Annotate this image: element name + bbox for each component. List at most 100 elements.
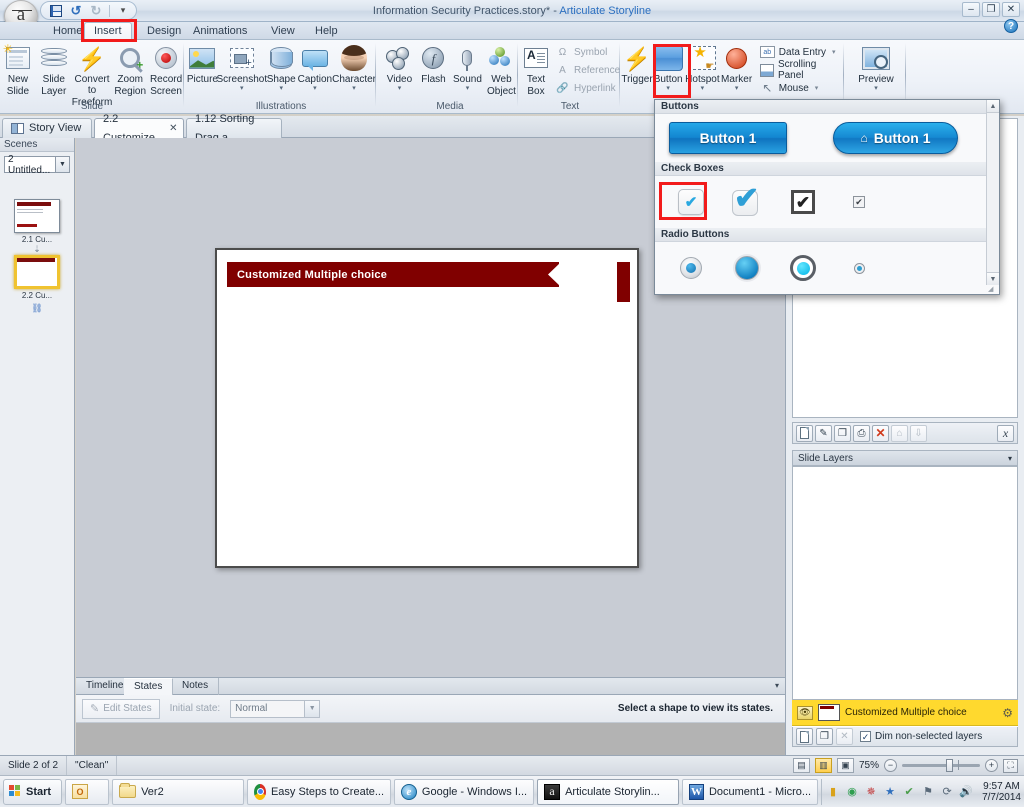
button-chevron-down-icon[interactable]: ▾ bbox=[666, 86, 670, 92]
gallery-item-radio-solid-blue[interactable] bbox=[719, 242, 775, 294]
clock[interactable]: 9:57 AM 7/7/2014 bbox=[978, 781, 1024, 803]
resize-grip-icon[interactable]: ◢ bbox=[988, 285, 998, 294]
record-screen-button[interactable]: Record Screen bbox=[148, 41, 184, 97]
start-button[interactable]: Start bbox=[3, 779, 62, 805]
gallery-item-radio-small-classic[interactable] bbox=[831, 242, 887, 294]
mouse-chevron-down-icon[interactable]: ▾ bbox=[815, 84, 819, 92]
slide-thumbnail-selected[interactable] bbox=[14, 255, 60, 289]
gallery-item-checkbox-rounded-blue[interactable]: ✔ bbox=[663, 176, 719, 228]
chevron-down-icon[interactable]: ▾ bbox=[1008, 451, 1012, 467]
button-gallery-dropdown[interactable]: Buttons Button 1 ⌂ Button 1 Check Boxes … bbox=[654, 99, 1000, 295]
video-chevron-down-icon[interactable]: ▾ bbox=[398, 86, 402, 92]
preview-chevron-down-icon[interactable]: ▾ bbox=[874, 86, 878, 92]
antivirus-icon[interactable]: ✵ bbox=[864, 785, 878, 799]
form-view-icon[interactable]: ▥ bbox=[815, 758, 832, 773]
normal-view-icon[interactable]: ▤ bbox=[793, 758, 810, 773]
tab-help[interactable]: Help bbox=[306, 22, 347, 40]
marker-button[interactable]: Marker ▾ bbox=[720, 41, 752, 92]
tab-states[interactable]: States bbox=[124, 678, 173, 695]
close-button[interactable]: ✕ bbox=[1002, 2, 1020, 17]
gallery-item-radio-ring-cyan[interactable] bbox=[775, 242, 831, 294]
zoom-slider-thumb[interactable] bbox=[946, 759, 953, 772]
new-document-icon[interactable] bbox=[796, 425, 813, 442]
slide-master-icon[interactable]: ▣ bbox=[837, 758, 854, 773]
edit-document-icon[interactable]: ✎ bbox=[815, 425, 832, 442]
tab-view[interactable]: View bbox=[262, 22, 304, 40]
delete-icon[interactable]: ✕ bbox=[872, 425, 889, 442]
mouse-button[interactable]: ↖ Mouse ▾ bbox=[757, 79, 844, 97]
layer-row[interactable]: 👁 Customized Multiple choice ⚙ bbox=[792, 700, 1018, 726]
taskbar-item-word[interactable]: W Document1 - Micro... bbox=[682, 779, 818, 805]
gallery-item-checkbox-small-classic[interactable]: ✔ bbox=[831, 176, 887, 228]
duplicate-icon[interactable]: ❐ bbox=[834, 425, 851, 442]
usb-icon[interactable]: ▮ bbox=[826, 785, 840, 799]
taskbar-item-ie[interactable]: e Google - Windows I... bbox=[394, 779, 534, 805]
symbol-button[interactable]: Ω Symbol bbox=[552, 43, 623, 61]
hotspot-chevron-down-icon[interactable]: ▾ bbox=[701, 86, 705, 92]
text-box-button[interactable]: Text Box bbox=[520, 41, 552, 97]
gallery-item-rect-button[interactable]: Button 1 bbox=[669, 122, 787, 154]
button-gallery-button[interactable]: Button ▾ bbox=[652, 41, 684, 92]
flag-icon[interactable]: ⚑ bbox=[921, 785, 935, 799]
dim-layers-checkbox[interactable]: ✓ Dim non-selected layers bbox=[860, 731, 982, 742]
hyperlink-button[interactable]: 🔗 Hyperlink bbox=[552, 79, 623, 97]
edit-states-button[interactable]: ✎ Edit States bbox=[82, 699, 160, 719]
taskbar-item-outlook[interactable]: O bbox=[65, 779, 109, 805]
slide-layer-button[interactable]: Slide Layer bbox=[36, 41, 72, 97]
slide-surface[interactable]: Customized Multiple choice bbox=[215, 248, 639, 568]
network-globe-icon[interactable]: ◉ bbox=[845, 785, 859, 799]
web-object-button[interactable]: Web Object bbox=[485, 41, 518, 97]
marker-chevron-down-icon[interactable]: ▾ bbox=[735, 86, 739, 92]
checkbox-icon[interactable]: ✓ bbox=[860, 731, 871, 742]
chevron-down-icon[interactable]: ▼ bbox=[304, 701, 319, 717]
zoom-in-button[interactable]: + bbox=[985, 759, 998, 772]
screenshot-chevron-down-icon[interactable]: ▾ bbox=[240, 86, 244, 92]
gallery-item-checkbox-big-tick[interactable]: ✔ bbox=[719, 176, 775, 228]
tab-sorting-drag[interactable]: 1.12 Sorting Drag a... bbox=[186, 118, 282, 138]
eye-icon[interactable]: 👁 bbox=[797, 706, 813, 720]
fit-to-window-icon[interactable]: ⛶ bbox=[1003, 759, 1018, 773]
slide-layers-header[interactable]: Slide Layers ▾ bbox=[792, 450, 1018, 466]
sync-icon[interactable]: ⟳ bbox=[940, 785, 954, 799]
move-down-icon[interactable]: ⇩ bbox=[910, 425, 927, 442]
scrolling-panel-button[interactable]: Scrolling Panel bbox=[757, 61, 844, 79]
screenshot-button[interactable]: Screenshot ▾ bbox=[219, 41, 265, 92]
slide-thumbnail[interactable] bbox=[14, 199, 60, 233]
gallery-item-checkbox-square-black[interactable]: ✔ bbox=[775, 176, 831, 228]
flash-button[interactable]: f Flash bbox=[417, 41, 450, 85]
picture-button[interactable]: Picture bbox=[186, 41, 219, 85]
zoom-slider[interactable] bbox=[902, 764, 980, 767]
delete-layer-icon[interactable]: ✕ bbox=[836, 728, 853, 745]
minimize-button[interactable]: – bbox=[962, 2, 980, 17]
tab-animations[interactable]: Animations bbox=[184, 22, 256, 40]
preview-button[interactable]: Preview ▾ bbox=[851, 41, 901, 92]
volume-icon[interactable]: 🔊 bbox=[959, 785, 973, 799]
taskbar-item-storyline[interactable]: a Articulate Storylin... bbox=[537, 779, 679, 805]
slide-accent-block[interactable] bbox=[617, 262, 630, 302]
paste-icon[interactable]: ⎙ bbox=[853, 425, 870, 442]
star-icon[interactable]: ★ bbox=[883, 785, 897, 799]
tab-customize-slide[interactable]: 2.2 Customize... ✕ bbox=[94, 118, 184, 138]
convert-to-freeform-button[interactable]: ⚡ Convert to Freeform bbox=[72, 41, 113, 108]
move-up-icon[interactable]: ⌂ bbox=[891, 425, 908, 442]
collapse-panel-icon[interactable]: ▾ bbox=[775, 681, 779, 690]
video-button[interactable]: Video ▾ bbox=[382, 41, 417, 92]
chevron-down-icon[interactable]: ▼ bbox=[55, 157, 69, 172]
zoom-region-button[interactable]: + Zoom Region bbox=[112, 41, 148, 97]
variables-icon[interactable]: x bbox=[997, 425, 1014, 442]
help-icon[interactable]: ? bbox=[1004, 19, 1018, 33]
shield-check-icon[interactable]: ✔ bbox=[902, 785, 916, 799]
scene-dropdown[interactable]: 2 Untitled... ▼ bbox=[4, 156, 70, 173]
tab-design[interactable]: Design bbox=[138, 22, 190, 40]
gallery-scrollbar[interactable]: ▲ ▼ bbox=[986, 100, 999, 285]
data-entry-chevron-down-icon[interactable]: ▾ bbox=[832, 48, 836, 56]
character-button[interactable]: Character ▾ bbox=[332, 41, 376, 92]
trigger-button[interactable]: ⚡ Trigger bbox=[622, 41, 652, 85]
zoom-out-button[interactable]: − bbox=[884, 759, 897, 772]
maximize-button[interactable]: ❐ bbox=[982, 2, 1000, 17]
taskbar-item-ver2[interactable]: Ver2 bbox=[112, 779, 244, 805]
tab-notes[interactable]: Notes bbox=[172, 678, 219, 695]
close-icon[interactable]: ✕ bbox=[169, 119, 177, 138]
caption-button[interactable]: Caption ▾ bbox=[298, 41, 332, 92]
gallery-item-radio-grey-blue[interactable] bbox=[663, 242, 719, 294]
